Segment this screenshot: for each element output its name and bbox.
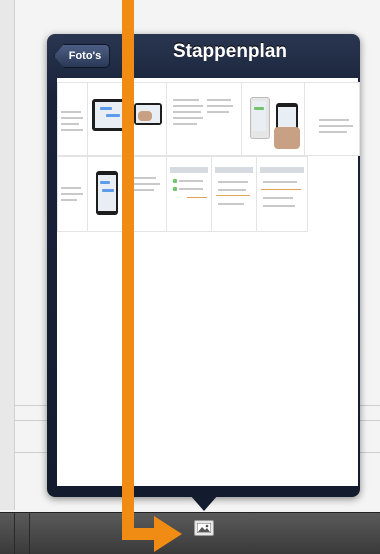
annotation-arrow-head-icon	[154, 516, 182, 552]
toolbar-segment	[15, 513, 30, 554]
page-thumbnail-text	[304, 82, 360, 156]
bottom-toolbar	[0, 512, 380, 554]
popover-arrow	[190, 495, 218, 511]
page-thumbnail-text	[166, 82, 242, 156]
annotation-arrow-shaft	[122, 0, 134, 540]
page-thumbnail-settings	[256, 156, 308, 232]
photo-icon[interactable]	[194, 520, 214, 536]
page-thumbnail	[57, 82, 88, 156]
fotos-back-button[interactable]: Foto's	[54, 44, 110, 68]
page-thumbnail-settings	[166, 156, 212, 232]
page-thumbnail-iphone	[241, 82, 305, 156]
page-thumbnail	[57, 156, 88, 232]
page-thumbnail-settings	[211, 156, 257, 232]
toolbar-segment	[0, 513, 15, 554]
document-preview[interactable]	[57, 78, 360, 486]
background-left-border	[0, 0, 15, 510]
popover-title: Stappenplan	[172, 41, 287, 62]
